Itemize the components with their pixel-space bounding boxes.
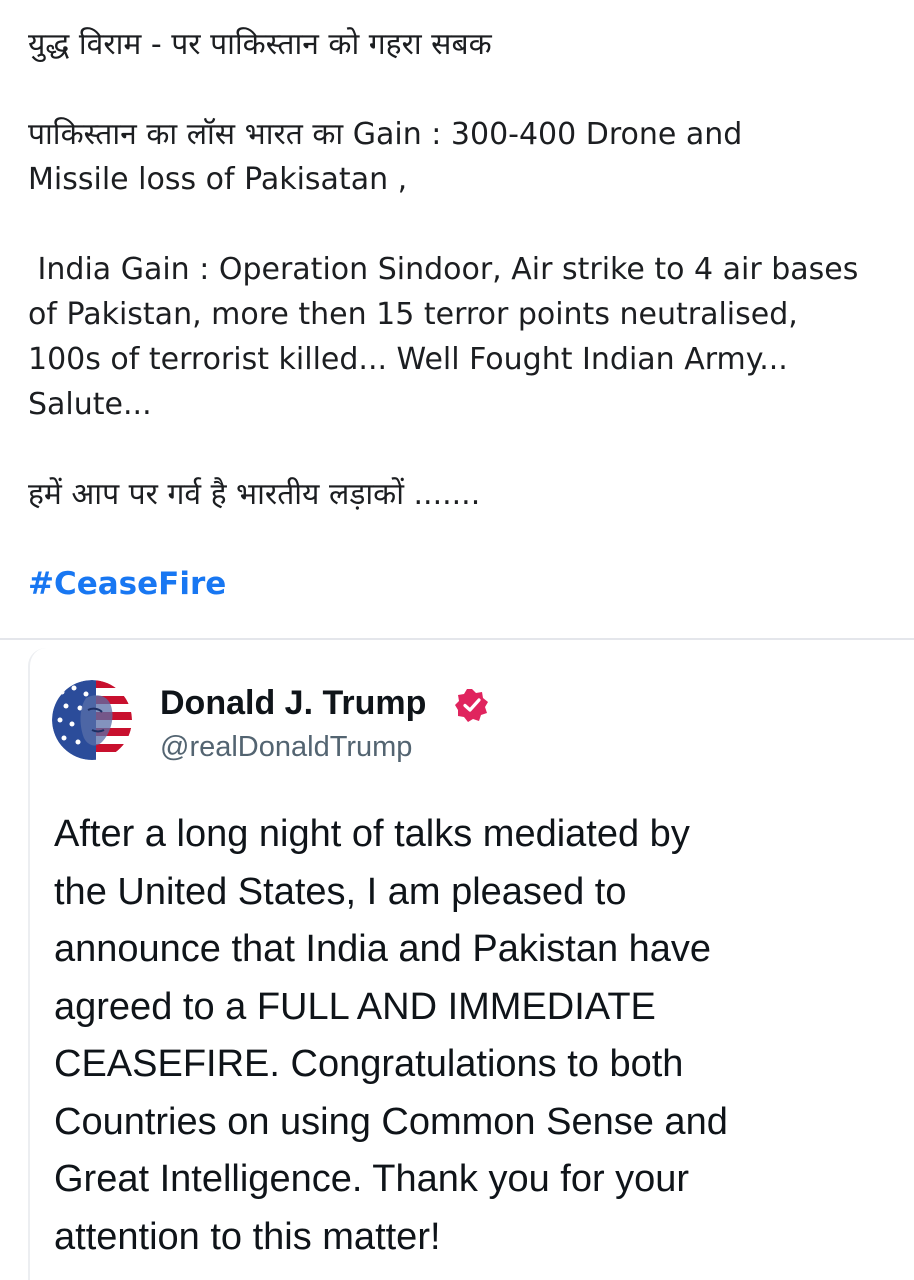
tweet-line: CEASEFIRE. Congratulations to both bbox=[54, 1043, 684, 1085]
post-line: पाकिस्तान का लॉस भारत का Gain : 300-400 … bbox=[28, 117, 743, 152]
tweet-line: agreed to a FULL AND IMMEDIATE bbox=[54, 985, 656, 1028]
post-line: India Gain : Operation Sindoor, Air stri… bbox=[28, 252, 859, 287]
divider bbox=[0, 638, 914, 640]
author-handle[interactable]: @realDonaldTrump bbox=[160, 728, 412, 766]
post-line: हमें आप पर गर्व है भारतीय लड़ाकों ......… bbox=[28, 477, 481, 512]
tweet-line: After a long night of talks mediated by bbox=[54, 813, 690, 855]
post-line: of Pakistan, more then 15 terror points … bbox=[28, 297, 798, 332]
post-line: Missile loss of Pakisatan , bbox=[28, 162, 408, 197]
hashtag-link[interactable]: #CeaseFire bbox=[28, 562, 226, 607]
post-title-line: युद्ध विराम - पर पाकिस्तान को गहरा सबक bbox=[28, 27, 492, 62]
tweet-body: After a long night of talks mediated by … bbox=[54, 806, 874, 1266]
tweet-line: the United States, I am pleased to bbox=[54, 870, 627, 913]
post-text: युद्ध विराम - पर पाकिस्तान को गहरा सबक प… bbox=[28, 22, 898, 607]
tweet-line: announce that India and Pakistan have bbox=[54, 928, 712, 970]
tweet-line: attention to this matter! bbox=[54, 1215, 441, 1258]
post-line: 100s of terrorist killed... Well Fought … bbox=[28, 342, 788, 377]
verified-badge-icon bbox=[455, 689, 488, 722]
embedded-tweet-card[interactable]: Donald J. Trump @realDonaldTrump After a… bbox=[28, 648, 914, 1280]
author-name[interactable]: Donald J. Trump bbox=[160, 682, 426, 724]
tweet-line: Great Intelligence. Thank you for your bbox=[54, 1158, 690, 1200]
avatar[interactable] bbox=[52, 680, 132, 760]
tweet-line: Countries on using Common Sense and bbox=[54, 1100, 728, 1143]
post-line: Salute... bbox=[28, 387, 152, 422]
